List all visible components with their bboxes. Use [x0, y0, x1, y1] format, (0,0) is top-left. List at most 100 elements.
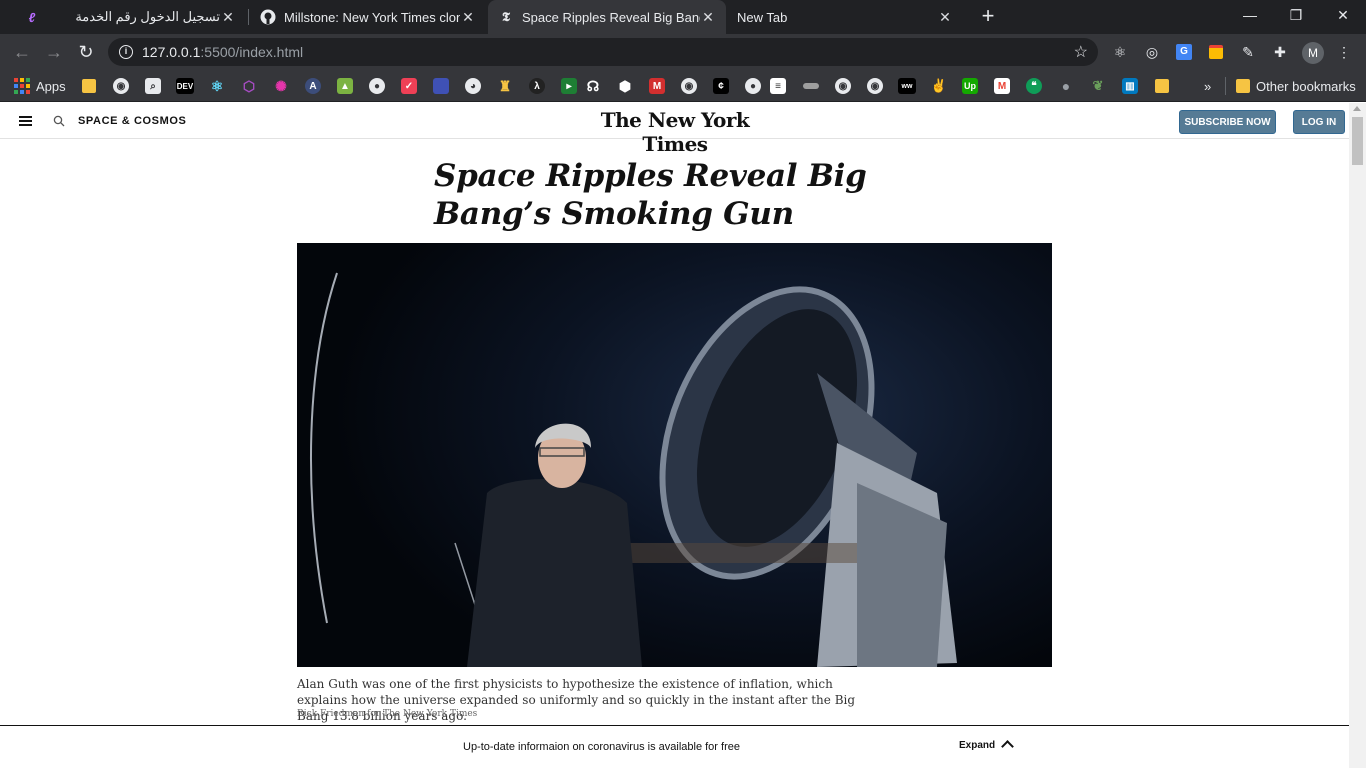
login-button[interactable]: LOG IN: [1293, 110, 1345, 134]
bookmark-other[interactable]: Other bookmarks: [1236, 77, 1356, 95]
minimize-icon[interactable]: —: [1227, 0, 1273, 30]
bookmark-image[interactable]: ▲: [337, 77, 353, 95]
green-terminal-icon: ▸: [561, 78, 577, 94]
bookmark-globe-4[interactable]: ◉: [867, 77, 883, 95]
tab-space-ripples[interactable]: 𝕿 Space Ripples Reveal Big Bang's S ✕: [488, 0, 726, 34]
github-icon: [260, 9, 276, 25]
close-icon[interactable]: ✕: [700, 9, 716, 25]
bookmark-hangouts[interactable]: ❝: [1026, 77, 1042, 95]
trello-icon: ▥: [1122, 78, 1138, 94]
peace-hand-icon: ✌: [930, 78, 948, 93]
window-close-icon[interactable]: ✕: [1320, 0, 1366, 30]
bookmark-lambda[interactable]: λ: [529, 77, 545, 95]
bookmark-m[interactable]: M: [649, 77, 665, 95]
expand-button[interactable]: Expand: [959, 740, 995, 751]
gear-pink-icon: ✺: [275, 77, 287, 94]
bookmark-a[interactable]: A: [305, 77, 321, 95]
bookmark-owl[interactable]: ◕: [465, 77, 481, 95]
bookmark-green[interactable]: ▸: [561, 77, 577, 95]
bookmark-dev[interactable]: DEV: [176, 77, 194, 95]
globe-icon: ◉: [835, 78, 851, 94]
bookmark-upwork[interactable]: Up: [962, 77, 978, 95]
bookmark-badge[interactable]: ♜: [497, 77, 513, 95]
bookmark-apollo[interactable]: ✺: [273, 77, 289, 95]
bookmark-search[interactable]: ⌕: [145, 77, 161, 95]
google-translate-icon[interactable]: G: [1174, 42, 1194, 62]
close-icon[interactable]: ✕: [937, 9, 953, 25]
hangouts-icon: ❝: [1026, 78, 1042, 94]
bookmark-github[interactable]: ●: [369, 77, 385, 95]
globe-icon: ◉: [681, 78, 697, 94]
react-devtools-icon[interactable]: ⚛: [1110, 42, 1130, 62]
bookmark-leaf[interactable]: ❦: [1090, 77, 1106, 95]
bookmark-apps[interactable]: Apps: [14, 77, 66, 95]
tab-new-tab[interactable]: New Tab ✕: [727, 0, 963, 34]
bookmark-pocket[interactable]: ✓: [401, 77, 417, 95]
masthead: SPACE & COSMOS The New York Times SUBSCR…: [0, 103, 1349, 156]
apple-icon: ●: [1061, 78, 1071, 94]
apps-grid-icon: [14, 78, 30, 94]
photo-credit: Rick Friedman for The New York Times: [297, 709, 478, 719]
bookmark-graphql[interactable]: ⬡: [241, 77, 257, 95]
search-icon[interactable]: [53, 114, 67, 128]
reload-icon[interactable]: ↻: [74, 40, 98, 64]
bookmark-label: Apps: [36, 78, 66, 94]
url-text: 127.0.0.1:5500/index.html: [142, 44, 303, 60]
target-extension-icon[interactable]: ◎: [1142, 42, 1162, 62]
site-info-icon[interactable]: i: [119, 45, 133, 59]
bookmark-globe[interactable]: ◉: [113, 77, 129, 95]
graphql-icon: ⬡: [242, 77, 256, 94]
hamburger-menu-icon[interactable]: [19, 116, 32, 126]
gmail-icon: M: [994, 78, 1010, 94]
bookmark-gmail[interactable]: M: [994, 77, 1010, 95]
bookmark-github-2[interactable]: ●: [745, 77, 761, 95]
close-icon[interactable]: ✕: [460, 9, 476, 25]
bookmarks-overflow[interactable]: »: [1204, 77, 1211, 95]
bookmark-folder-2[interactable]: [1155, 77, 1169, 95]
bookmark-react[interactable]: ⚛: [209, 77, 225, 95]
upwork-icon: Up: [962, 78, 978, 94]
back-arrow-icon[interactable]: ←: [10, 40, 34, 64]
bookmark-www[interactable]: ww: [898, 77, 916, 95]
address-bar[interactable]: i 127.0.0.1:5500/index.html ☆: [108, 38, 1098, 66]
www-icon: ww: [898, 78, 916, 94]
bookmark-doc[interactable]: ≡: [770, 77, 786, 95]
folder-icon: [82, 79, 96, 93]
tab-separator: [248, 9, 249, 25]
bookmark-peace[interactable]: ✌: [931, 77, 947, 95]
bookmark-blue[interactable]: [433, 77, 449, 95]
banner-message: Up-to-date informaion on coronavirus is …: [463, 741, 740, 753]
section-label[interactable]: SPACE & COSMOS: [78, 115, 186, 127]
extensions-puzzle-icon[interactable]: ✚: [1270, 42, 1290, 62]
page-scrollbar[interactable]: [1349, 103, 1366, 768]
subscribe-button[interactable]: SUBSCRIBE NOW: [1179, 110, 1276, 134]
bookmark-globe-2[interactable]: ◉: [681, 77, 697, 95]
bookmarks-bar: Apps ◉ ⌕ DEV ⚛ ⬡ ✺ A ▲ ● ✓ ◕ ♜ λ ▸ ☊ ⬢ M…: [0, 70, 1366, 102]
bookmark-dark[interactable]: ¢: [713, 77, 729, 95]
close-icon[interactable]: ✕: [220, 9, 236, 25]
tab-title: Space Ripples Reveal Big Bang's S: [522, 9, 700, 25]
tab-arabic-login[interactable]: ℓ تسجيل الدخول رقم الخدمة ✕: [14, 0, 246, 34]
purple-swirl-icon: ℓ: [28, 9, 36, 25]
bookmark-apple[interactable]: ●: [1058, 77, 1074, 95]
avatar[interactable]: M: [1302, 42, 1324, 64]
restore-icon[interactable]: ❐: [1273, 0, 1319, 30]
bookmark-cube[interactable]: ⬢: [617, 77, 633, 95]
notes-extension-icon[interactable]: [1206, 42, 1226, 62]
bookmark-headphones[interactable]: ☊: [585, 77, 601, 95]
tab-millstone[interactable]: Millstone: New York Times clone ✕: [250, 0, 486, 34]
nyt-logo[interactable]: The New York Times: [575, 108, 775, 156]
bookmark-bar[interactable]: [803, 77, 819, 95]
pen-extension-icon[interactable]: ✎: [1238, 42, 1258, 62]
github-icon: ●: [745, 78, 761, 94]
bookmark-globe-3[interactable]: ◉: [835, 77, 851, 95]
scrollbar-thumb[interactable]: [1352, 117, 1363, 165]
forward-arrow-icon[interactable]: →: [42, 40, 66, 64]
scroll-up-arrow-icon[interactable]: [1353, 106, 1361, 111]
new-tab-button[interactable]: +: [976, 5, 1000, 29]
bookmark-star-icon[interactable]: ☆: [1074, 42, 1088, 62]
chevron-up-icon[interactable]: [1001, 740, 1014, 753]
menu-kebab-icon[interactable]: ⋮: [1334, 42, 1354, 62]
bookmark-folder[interactable]: [82, 77, 96, 95]
bookmark-trello[interactable]: ▥: [1122, 77, 1138, 95]
